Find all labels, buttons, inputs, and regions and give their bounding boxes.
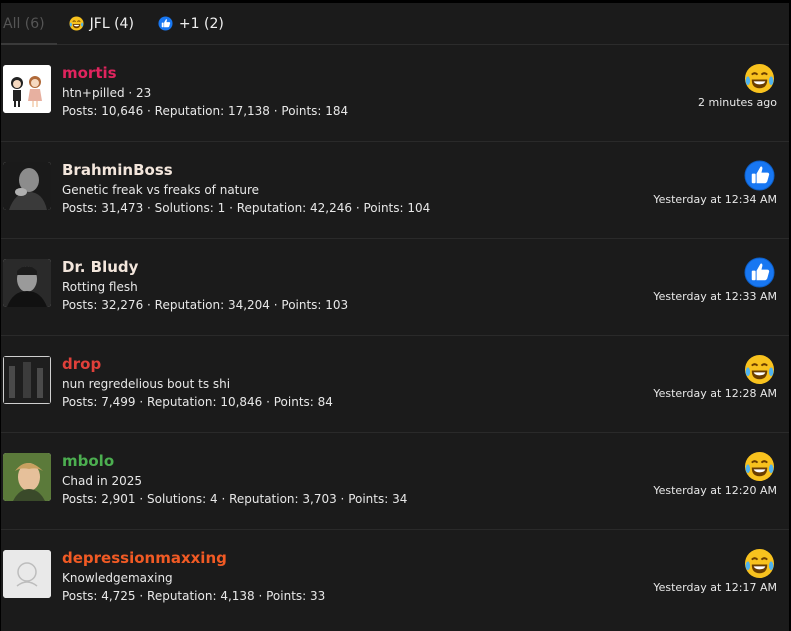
avatar[interactable]	[3, 162, 51, 210]
tab-jfl-label: JFL (4)	[89, 15, 134, 32]
portrait-avatar-image	[3, 162, 51, 210]
thumbs-up-icon	[744, 257, 775, 288]
laugh-cry-emoji-icon	[69, 16, 84, 31]
user-title: Chad in 2025	[62, 474, 143, 488]
reaction-time[interactable]: Yesterday at 12:28 AM	[653, 387, 777, 400]
user-title: htn+pilled · 23	[62, 86, 152, 100]
avatar[interactable]	[3, 259, 51, 307]
thumbs-up-icon	[744, 160, 775, 191]
username-link[interactable]: depressionmaxxing	[62, 548, 325, 568]
reaction-list: mortis htn+pilled · 23 Posts: 10,646 · R…	[1, 45, 789, 627]
user-stats: Posts: 2,901 · Solutions: 4 · Reputation…	[62, 492, 408, 506]
thumbs-up-icon	[158, 16, 173, 31]
username-link[interactable]: drop	[62, 354, 333, 374]
user-title: Rotting flesh	[62, 280, 138, 294]
laugh-cry-emoji-icon	[744, 63, 775, 94]
portrait-avatar-image	[3, 453, 51, 501]
reaction-tabs: All (6) JFL (4) +1 (2)	[1, 3, 789, 45]
tab-plus-one[interactable]: +1 (2)	[146, 3, 236, 44]
tab-all-label: All (6)	[3, 15, 45, 32]
user-stats: Posts: 10,646 · Reputation: 17,138 · Poi…	[62, 104, 349, 118]
reaction-time[interactable]: 2 minutes ago	[698, 96, 777, 109]
user-stats: Posts: 4,725 · Reputation: 4,138 · Point…	[62, 589, 326, 603]
list-item: drop nun regredelious bout ts shi Posts:…	[1, 336, 789, 433]
avatar[interactable]	[3, 550, 51, 598]
user-stats: Posts: 32,276 · Reputation: 34,204 · Poi…	[62, 298, 349, 312]
reaction-time[interactable]: Yesterday at 12:17 AM	[653, 581, 777, 594]
list-item: Dr. Bludy Rotting flesh Posts: 32,276 · …	[1, 239, 789, 336]
avatar[interactable]	[3, 356, 51, 404]
laugh-cry-emoji-icon	[744, 548, 775, 579]
username-link[interactable]: mbolo	[62, 451, 407, 471]
laugh-cry-emoji-icon	[744, 451, 775, 482]
sketch-avatar-image	[3, 550, 51, 598]
avatar[interactable]	[3, 453, 51, 501]
avatar[interactable]	[3, 65, 51, 113]
username-link[interactable]: BrahminBoss	[62, 160, 430, 180]
username-link[interactable]: mortis	[62, 63, 348, 83]
username-link[interactable]: Dr. Bludy	[62, 257, 348, 277]
list-item: mortis htn+pilled · 23 Posts: 10,646 · R…	[1, 45, 789, 142]
tab-plus-one-label: +1 (2)	[178, 15, 224, 32]
list-item: depressionmaxxing Knowledgemaxing Posts:…	[1, 530, 789, 627]
reaction-time[interactable]: Yesterday at 12:20 AM	[653, 484, 777, 497]
user-stats: Posts: 31,473 · Solutions: 1 · Reputatio…	[62, 201, 431, 215]
user-title: nun regredelious bout ts shi	[62, 377, 231, 391]
user-title: Knowledgemaxing	[62, 571, 173, 585]
tab-jfl[interactable]: JFL (4)	[57, 3, 146, 44]
reactions-overlay: All (6) JFL (4) +1 (2) mortis htn+pilled…	[0, 0, 791, 631]
user-title: Genetic freak vs freaks of nature	[62, 183, 260, 197]
reaction-time[interactable]: Yesterday at 12:33 AM	[653, 290, 777, 303]
laugh-cry-emoji-icon	[744, 354, 775, 385]
reaction-time[interactable]: Yesterday at 12:34 AM	[653, 193, 777, 206]
user-stats: Posts: 7,499 · Reputation: 10,846 · Poin…	[62, 395, 333, 409]
list-item: BrahminBoss Genetic freak vs freaks of n…	[1, 142, 789, 239]
list-item: mbolo Chad in 2025 Posts: 2,901 · Soluti…	[1, 433, 789, 530]
anime-figures-avatar-image	[3, 65, 51, 113]
tab-all[interactable]: All (6)	[1, 3, 57, 45]
portrait-avatar-image	[3, 259, 51, 307]
dark-scene-avatar-image	[3, 356, 51, 404]
